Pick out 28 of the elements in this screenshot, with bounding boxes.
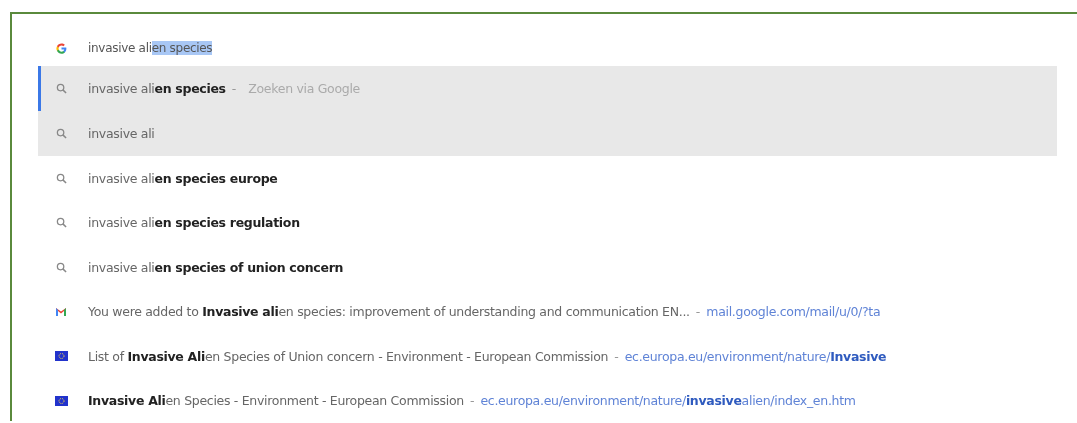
suggestion-item[interactable]: invasive ali — [38, 111, 1057, 156]
search-icon — [55, 83, 67, 94]
address-field[interactable]: invasive alien species — [88, 41, 213, 55]
mail-icon — [55, 306, 67, 317]
flag-icon — [54, 395, 68, 406]
suggestion-text: You were added to Invasive alien species: improvement of understanding and communication EN... — [88, 304, 690, 320]
suggestion-text: invasive alien species europe — [88, 170, 278, 186]
search-icon — [55, 128, 67, 139]
suggestion-text: invasive alien species — [88, 81, 226, 96]
suggestion-text: invasive alien species regulation — [88, 215, 300, 231]
flag-icon — [54, 351, 68, 362]
google-icon — [54, 41, 68, 55]
suggestion-text: invasive ali — [88, 126, 155, 141]
suggestion-text: Invasive Alien Species - Environment - European Commission — [88, 393, 464, 409]
suggestion-item[interactable]: invasive alien species - Zoeken via Google — [38, 66, 1057, 111]
separator-text: - — [614, 348, 619, 364]
suggestion-url[interactable]: ec.europa.eu/environment/nature/Invasive — [624, 348, 887, 364]
separator-text: - — [695, 304, 701, 320]
separator-text: - — [469, 393, 475, 409]
suggestion-text: List of Invasive Alien Species of Union concern - Environment - European Commission — [88, 348, 609, 364]
suggestion-url[interactable]: ec.europa.eu/environment/nature/invasivealien/index_en.htm — [480, 393, 856, 409]
suggestion-text: invasive alien species of union concern — [88, 259, 344, 275]
search-icon — [55, 217, 67, 229]
separator-text: - — [231, 81, 237, 96]
search-icon — [55, 172, 67, 184]
search-icon — [55, 261, 67, 273]
suggestion-description: Zoeken via Google — [248, 81, 360, 96]
suggestion-url[interactable]: mail.google.com/mail/u/0/?ta — [706, 304, 881, 320]
